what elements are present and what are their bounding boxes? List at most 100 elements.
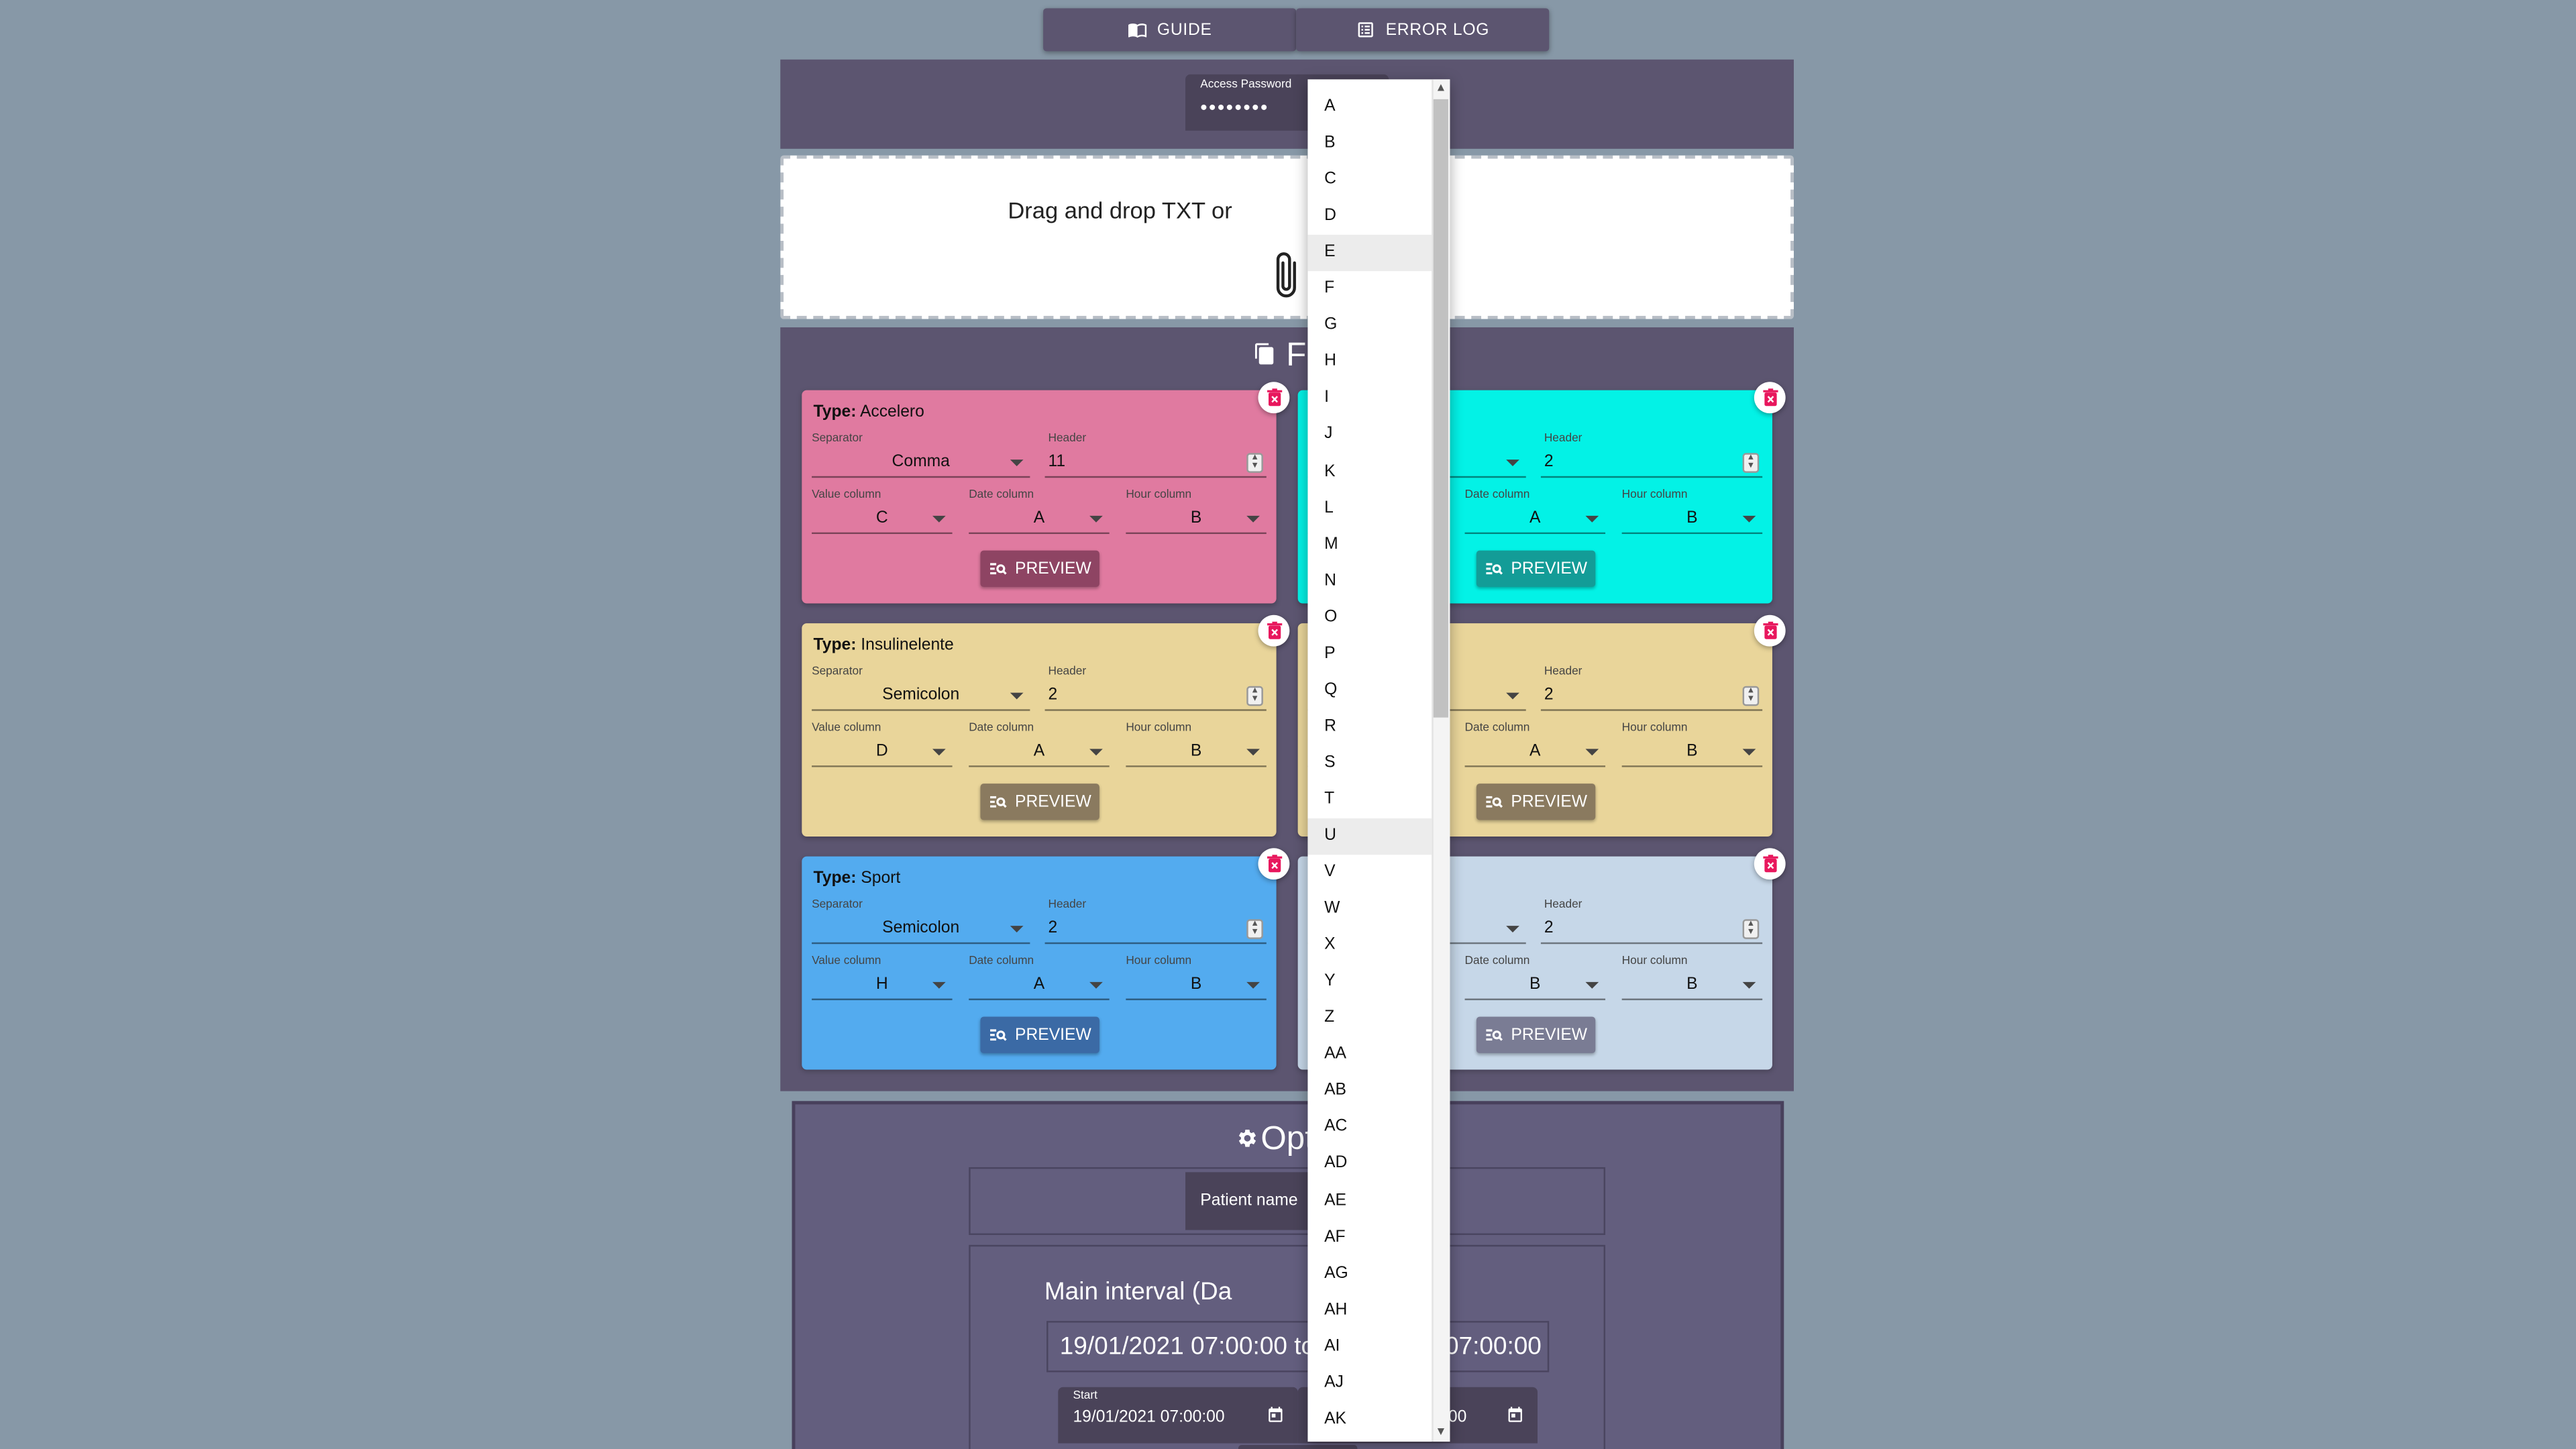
dropdown-option[interactable]: B [1307,125,1432,162]
dropdown-option[interactable]: M [1307,527,1432,563]
dropdown-option[interactable]: D [1307,199,1432,235]
dropdown-option[interactable]: AF [1307,1220,1432,1256]
date-column-label: Date column [1464,955,1530,967]
separator-select[interactable]: Semicolon [812,684,1030,711]
delete-file-button[interactable] [1258,382,1290,414]
dropdown-option[interactable]: AC [1307,1110,1432,1146]
number-spinner-icon[interactable]: ▴ ▾ [1742,686,1760,706]
hour-column-select[interactable]: B [1126,508,1267,535]
dropdown-option[interactable]: P [1307,636,1432,672]
delete-icon [1762,621,1778,639]
start-datetime-field[interactable]: Start 19/01/2021 07:00:00 [1058,1387,1298,1444]
number-spinner-icon[interactable]: ▴ ▾ [1246,919,1263,939]
number-spinner-icon[interactable]: ▴ ▾ [1742,919,1760,939]
file-card: Type: Insulinelente Separator Semicolon … [802,614,1290,837]
value-column-select[interactable]: C [812,508,953,535]
dropdown-option[interactable]: N [1307,564,1432,600]
number-spinner-icon[interactable]: ▴ ▾ [1742,453,1760,473]
preview-button[interactable]: PREVIEW [980,550,1099,587]
hour-column-value: B [1686,975,1698,994]
dropdown-option[interactable]: Z [1307,1001,1432,1037]
separator-select[interactable]: Semicolon [812,918,1030,945]
dropdown-option[interactable]: O [1307,600,1432,636]
options-action-button[interactable] [1238,1444,1358,1449]
dropdown-option[interactable]: AE [1307,1183,1432,1219]
delete-file-button[interactable] [1754,614,1786,647]
dropdown-option[interactable]: AJ [1307,1365,1432,1401]
number-spinner-icon[interactable]: ▴ ▾ [1246,686,1263,706]
scroll-up-icon[interactable]: ▲ [1435,83,1446,94]
date-column-select[interactable]: A [969,974,1110,1001]
delete-file-button[interactable] [1754,382,1786,414]
dropdown-option[interactable]: AK [1307,1401,1432,1438]
hour-column-select[interactable]: B [1621,508,1763,535]
date-column-select[interactable]: A [969,741,1110,767]
delete-file-button[interactable] [1258,848,1290,880]
dropdown-scrollbar[interactable]: ▲ ▼ [1432,79,1450,1442]
hour-column-select[interactable]: B [1126,974,1267,1001]
value-column-select[interactable]: H [812,974,953,1001]
header-input[interactable]: 2 ▴ ▾ [1540,918,1763,945]
guide-button[interactable]: GUIDE [1043,8,1297,52]
preview-button[interactable]: PREVIEW [980,784,1099,820]
header-input[interactable]: 11 ▴ ▾ [1044,451,1267,478]
header-input[interactable]: 2 ▴ ▾ [1540,684,1763,711]
dropdown-option[interactable]: A [1307,89,1432,125]
dropdown-option[interactable]: AH [1307,1292,1432,1328]
date-column-select[interactable]: A [1464,741,1606,767]
dropdown-option[interactable]: S [1307,745,1432,782]
error-log-button[interactable]: ERROR LOG [1296,8,1550,52]
dropdown-option[interactable]: L [1307,490,1432,527]
header-input[interactable]: 2 ▴ ▾ [1540,451,1763,478]
dropdown-option[interactable]: Q [1307,673,1432,709]
delete-file-button[interactable] [1258,614,1290,647]
dropdown-option[interactable]: G [1307,308,1432,344]
header-value: 2 [1048,919,1058,938]
file-dropzone[interactable]: Drag and drop TXT or click [780,155,1794,319]
preview-button[interactable]: PREVIEW [1476,550,1596,587]
dropdown-option[interactable]: X [1307,928,1432,964]
separator-select[interactable]: Comma [812,451,1030,478]
dropdown-option[interactable]: H [1307,344,1432,380]
dropdown-option[interactable]: AB [1307,1073,1432,1110]
dropdown-option[interactable]: K [1307,454,1432,490]
scrollbar-thumb[interactable] [1433,99,1448,718]
dropdown-option[interactable]: J [1307,417,1432,453]
dropdown-option[interactable]: I [1307,381,1432,417]
hour-column-select[interactable]: B [1621,741,1763,767]
dropdown-option[interactable]: U [1307,818,1432,855]
dropdown-option[interactable]: C [1307,162,1432,199]
dropdown-option[interactable]: AG [1307,1256,1432,1292]
dropdown-option[interactable]: E [1307,235,1432,272]
dropdown-option[interactable]: AD [1307,1146,1432,1183]
dropdown-option[interactable]: W [1307,892,1432,928]
scroll-down-icon[interactable]: ▼ [1435,1427,1446,1438]
calendar-icon[interactable] [1506,1405,1524,1426]
date-column-value: B [1529,975,1541,994]
dropdown-option[interactable]: R [1307,709,1432,745]
value-column-select[interactable]: D [812,741,953,767]
hour-column-select[interactable]: B [1126,741,1267,767]
dropdown-option[interactable]: T [1307,782,1432,818]
dropdown-option[interactable]: AA [1307,1037,1432,1073]
patient-name-field[interactable]: Patient name [1185,1172,1313,1230]
date-column-select[interactable]: A [1464,508,1606,535]
options-title: Optio [792,1121,1784,1159]
preview-button[interactable]: PREVIEW [980,1016,1099,1053]
calendar-icon[interactable] [1267,1405,1285,1426]
dropdown-option[interactable]: V [1307,855,1432,891]
header-input[interactable]: 2 ▴ ▾ [1044,918,1267,945]
dropdown-option[interactable]: F [1307,272,1432,308]
preview-button[interactable]: PREVIEW [1476,1016,1596,1053]
dropdown-option[interactable]: Y [1307,964,1432,1000]
number-spinner-icon[interactable]: ▴ ▾ [1246,453,1263,473]
date-column-select[interactable]: B [1464,974,1606,1001]
dropdown-option[interactable]: AI [1307,1329,1432,1365]
delete-file-button[interactable] [1754,848,1786,880]
header-input[interactable]: 2 ▴ ▾ [1044,684,1267,711]
hour-column-select[interactable]: B [1621,974,1763,1001]
column-dropdown-menu[interactable]: A B C D E F G H I J K L M N O P Q R S T U V W X Y Z AA AB AC AD AE AF AG… [1307,79,1450,1442]
date-column-select[interactable]: A [969,508,1110,535]
preview-button[interactable]: PREVIEW [1476,784,1596,820]
delete-icon [1266,621,1281,639]
